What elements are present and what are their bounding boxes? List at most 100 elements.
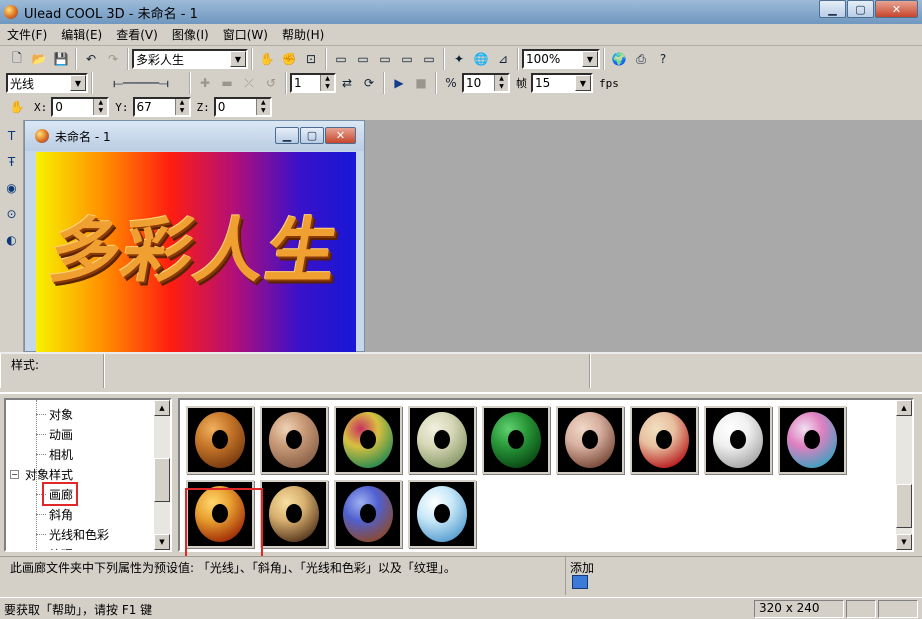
gallery-thumb-white-marble[interactable] [704,406,772,474]
globe-icon[interactable]: 🌐 [471,49,491,69]
render-canvas[interactable]: 多彩人生 [36,152,356,352]
gallery-thumb-wood[interactable] [186,406,254,474]
menu-window[interactable]: 窗口(W) [216,26,275,43]
chart-icon[interactable]: ⊿ [493,49,513,69]
add-to-gallery-icon[interactable] [572,575,588,589]
insert-text-icon[interactable]: T [2,126,22,146]
gallery-thumb-gradient-metal[interactable] [778,406,846,474]
gallery-thumb-granite[interactable] [556,406,624,474]
reverse-icon[interactable]: ↺ [261,73,281,93]
stop-icon[interactable]: ■ [411,73,431,93]
minimize-button[interactable]: ▁ [819,0,846,18]
chevron-down-icon[interactable]: ▼ [70,75,86,91]
app-icon[interactable] [4,5,18,19]
gallery-thumb-malachite[interactable] [482,406,550,474]
y-input[interactable]: 67 ▲ ▼ [132,97,191,117]
spin-arrows-icon[interactable]: ▲ ▼ [255,99,270,115]
maximize-button[interactable]: ▢ [847,0,874,18]
light-icon[interactable]: ✦ [449,49,469,69]
scroll-down-icon[interactable]: ▼ [154,534,170,550]
view-front-icon[interactable]: ▭ [331,49,351,69]
close-button[interactable]: ✕ [875,0,918,18]
total-frames-input[interactable]: 10 ▲ ▼ [462,73,510,93]
tree-scrollbar[interactable]: ▲ ▼ [154,400,170,550]
chevron-down-icon[interactable]: ▼ [575,75,591,91]
scroll-down-icon[interactable]: ▼ [896,534,912,550]
doc-maximize-button[interactable]: ▢ [300,127,324,144]
menu-file[interactable]: 文件(F) [0,26,54,43]
menu-image[interactable]: 图像(I) [165,26,216,43]
tree-item-camera[interactable]: 相机 [36,444,73,464]
menu-view[interactable]: 查看(V) [109,26,165,43]
scroll-thumb[interactable] [896,484,912,528]
timeline-slider[interactable]: ⟝─────⟞ [97,73,185,93]
loop-icon[interactable]: ⟳ [359,73,379,93]
doc-close-button[interactable]: ✕ [325,127,356,144]
resize-icon[interactable]: ⊡ [301,49,321,69]
gallery-thumb-sand[interactable] [260,406,328,474]
chevron-down-icon[interactable]: ▼ [582,51,598,67]
view-bottom-icon[interactable]: ▭ [419,49,439,69]
save-icon[interactable]: 💾 [51,49,71,69]
spin-arrows-icon[interactable]: ▲ ▼ [174,99,189,115]
gallery-thumb-blue-wood[interactable] [334,480,402,548]
total-frames-value: 10 [466,76,482,90]
tree-item-texture[interactable]: 纹理 [36,544,73,551]
select-object-icon[interactable]: ⊙ [2,204,22,224]
open-folder-icon[interactable]: 📂 [29,49,49,69]
new-file-icon[interactable]: 🗋 [7,49,27,69]
canvas-3d-text[interactable]: 多彩人生 [36,195,356,296]
position-hand-icon[interactable]: ✋ [7,97,27,117]
move-hand-icon[interactable]: ✋ [257,49,277,69]
text-combo[interactable]: 多彩人生 ▼ [132,49,248,69]
doc-minimize-button[interactable]: ▁ [275,127,299,144]
gallery-thumb-leopard[interactable] [260,480,328,548]
tree-item-bevel[interactable]: 斜角 [36,504,73,524]
scroll-up-icon[interactable]: ▲ [154,400,170,416]
x-input[interactable]: 0 ▲ ▼ [51,97,110,117]
gallery-thumb-stripes[interactable] [334,406,402,474]
menu-edit[interactable]: 编辑(E) [54,26,109,43]
torus-preview [787,412,837,468]
undo-icon[interactable]: ↶ [81,49,101,69]
gallery-thumb-marble-green[interactable] [408,406,476,474]
swap-icon[interactable]: ⇄ [337,73,357,93]
render-icon[interactable]: ⎙ [631,49,651,69]
insert-geometry-icon[interactable]: ◉ [2,178,22,198]
tree-item-object[interactable]: 对象 [36,404,73,424]
redo-icon[interactable]: ↷ [103,49,123,69]
gallery-thumb-ice[interactable] [408,480,476,548]
tree-group-object-style[interactable]: − 对象样式 [10,464,73,484]
tree-item-animation[interactable]: 动画 [36,424,73,444]
spin-arrows-icon[interactable]: ▲ ▼ [93,99,108,115]
view-top-icon[interactable]: ▭ [353,49,373,69]
play-icon[interactable]: ▶ [389,73,409,93]
frame-input[interactable]: 1 ▲ ▼ [290,73,336,93]
lens-icon[interactable]: ◐ [2,230,22,250]
tree-item-light-color[interactable]: 光线和色彩 [36,524,109,544]
fps-combo[interactable]: 15 ▼ [531,73,593,93]
menu-help[interactable]: 帮助(H) [275,26,331,43]
rotate-hand-icon[interactable]: ✊ [279,49,299,69]
z-input[interactable]: 0 ▲ ▼ [213,97,272,117]
spin-arrows-icon[interactable]: ▲ ▼ [494,75,508,91]
view-back-icon[interactable]: ▭ [397,49,417,69]
percent-icon[interactable]: % [441,73,461,93]
split-keyframe-icon[interactable]: ⤫ [239,73,259,93]
chevron-down-icon[interactable]: ▼ [230,51,246,67]
gallery-scrollbar[interactable]: ▲ ▼ [896,400,912,550]
style-swatch-area[interactable] [104,354,590,388]
collapse-icon[interactable]: − [10,469,19,479]
remove-keyframe-icon[interactable]: ▬ [217,73,237,93]
object-combo[interactable]: 光线 ▼ [6,73,88,93]
help-pointer-icon[interactable]: ? [653,49,673,69]
view-side-icon[interactable]: ▭ [375,49,395,69]
web-icon[interactable]: 🌍 [609,49,629,69]
scroll-up-icon[interactable]: ▲ [896,400,912,416]
scroll-thumb[interactable] [154,458,170,502]
spin-arrows-icon[interactable]: ▲ ▼ [320,75,334,91]
add-keyframe-icon[interactable]: ✚ [195,73,215,93]
zoom-combo[interactable]: 100% ▼ [522,49,600,69]
edit-text-icon[interactable]: Ŧ [2,152,22,172]
gallery-thumb-floral[interactable] [630,406,698,474]
